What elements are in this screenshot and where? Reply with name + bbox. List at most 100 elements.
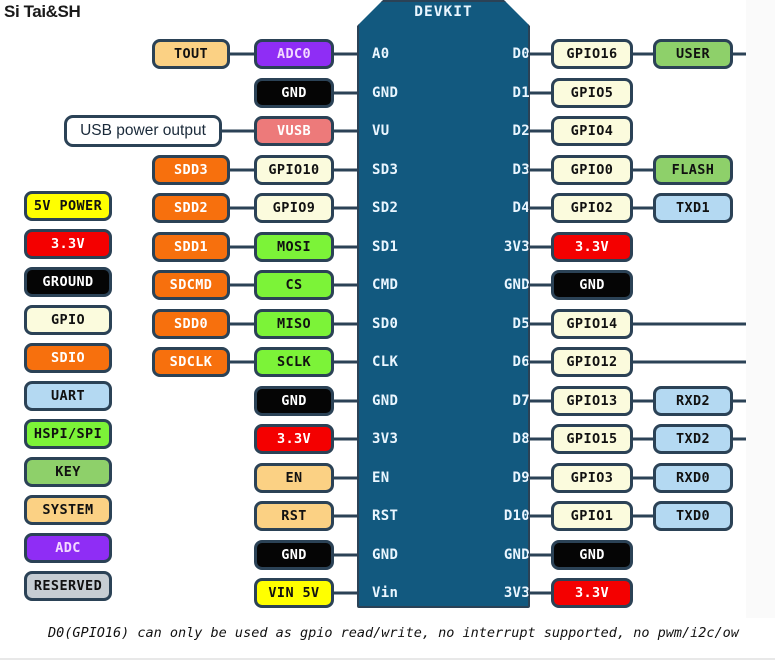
right-inner-3-3v-5[interactable]: 3.3V — [551, 231, 633, 262]
left-inner-sclk-8-label: SCLK — [276, 354, 312, 370]
left-outer-tout-0[interactable]: TOUT — [152, 39, 230, 69]
board-pin-left-gnd-13: GND — [372, 546, 399, 563]
line-left-inner-0 — [334, 52, 359, 56]
legend-item-key[interactable]: KEY — [24, 457, 112, 487]
line-left-inner-13 — [334, 553, 359, 556]
left-inner-en-11[interactable]: EN — [254, 462, 334, 493]
legend-item-ground[interactable]: GROUND — [24, 267, 112, 297]
left-inner-vusb-2[interactable]: VUSB — [254, 116, 334, 146]
right-outer-rxd0-5-label: RXD0 — [675, 469, 711, 486]
right-inner-gpio2-4[interactable]: GPIO2 — [551, 193, 633, 223]
left-inner-miso-7[interactable]: MISO — [254, 308, 334, 339]
left-inner-gpio10-3[interactable]: GPIO10 — [254, 154, 334, 185]
board-pin-left-a0-0: A0 — [372, 46, 390, 62]
line-right-inner-1 — [528, 91, 551, 94]
line-left-inner-7 — [334, 322, 359, 325]
line-left-outer-2 — [230, 206, 254, 210]
right-inner-gpio16-0[interactable]: GPIO16 — [551, 39, 633, 69]
board-pin-left-en-11: EN — [372, 469, 390, 486]
right-inner-gpio5-1[interactable]: GPIO5 — [551, 77, 633, 108]
right-outer-txd1-2-label: TXD1 — [675, 200, 711, 216]
line-right-inner-14 — [528, 591, 551, 595]
left-outer-sdd3-1-label: SDD3 — [173, 161, 209, 178]
left-inner-gnd-1[interactable]: GND — [254, 77, 334, 108]
right-inner-gnd-13[interactable]: GND — [551, 539, 633, 570]
left-inner-gnd-1-label: GND — [281, 84, 307, 101]
right-inner-gpio13-9[interactable]: GPIO13 — [551, 385, 633, 416]
right-outer-txd0-6[interactable]: TXD0 — [653, 501, 733, 531]
left-inner-mosi-5[interactable]: MOSI — [254, 231, 334, 262]
left-inner-adc0-0[interactable]: ADC0 — [254, 39, 334, 69]
right-inner-gpio15-10[interactable]: GPIO15 — [551, 424, 633, 454]
left-inner-sclk-8[interactable]: SCLK — [254, 347, 334, 377]
line-left-inner-5 — [334, 245, 359, 248]
right-inner-gnd-6[interactable]: GND — [551, 270, 633, 300]
line-left-outer-4 — [230, 283, 254, 287]
left-inner-gnd-9[interactable]: GND — [254, 385, 334, 416]
right-outer-rxd2-3-label: RXD2 — [675, 392, 711, 409]
line-right-inner-13 — [528, 553, 551, 556]
left-outer-sdd2-2[interactable]: SDD2 — [152, 193, 230, 223]
line-left-inner-4 — [334, 206, 359, 210]
right-outer-user-0[interactable]: USER — [653, 39, 733, 69]
line-right-inner-8 — [528, 360, 551, 364]
line-left-inner-3 — [334, 168, 359, 171]
right-gutter — [746, 0, 775, 618]
right-inner-gpio4-2[interactable]: GPIO4 — [551, 116, 633, 146]
line-right-outer-6 — [633, 514, 653, 518]
left-outer-sdd1-3[interactable]: SDD1 — [152, 231, 230, 262]
right-outer-rxd0-5[interactable]: RXD0 — [653, 462, 733, 493]
line-left-inner-9 — [334, 399, 359, 402]
board-pin-right-3v3-5: 3V3 — [503, 238, 530, 255]
left-inner-gpio9-4[interactable]: GPIO9 — [254, 193, 334, 223]
left-inner-rst-12[interactable]: RST — [254, 501, 334, 531]
legend-item-sdio[interactable]: SDIO — [24, 343, 112, 373]
left-inner-miso-7-label: MISO — [276, 315, 312, 332]
legend-item-uart-label: UART — [50, 388, 86, 404]
line-right-inner-3 — [528, 168, 551, 171]
line-right-inner-12 — [528, 514, 551, 518]
line-left-inner-11 — [334, 476, 359, 479]
legend-item-gpio[interactable]: GPIO — [24, 305, 112, 335]
left-inner-cs-6-label: CS — [285, 277, 303, 293]
board-pin-left-clk-8: CLK — [372, 354, 399, 370]
right-outer-rxd2-3[interactable]: RXD2 — [653, 385, 733, 416]
right-inner-3-3v-14[interactable]: 3.3V — [551, 578, 633, 608]
legend-item-hspi-spi[interactable]: HSPI/SPI — [24, 419, 112, 449]
left-outer-tout-0-label: TOUT — [173, 46, 209, 62]
right-inner-gpio1-12[interactable]: GPIO1 — [551, 501, 633, 531]
left-inner-gnd-13[interactable]: GND — [254, 539, 334, 570]
right-inner-gpio0-3[interactable]: GPIO0 — [551, 154, 633, 185]
legend-item-system[interactable]: SYSTEM — [24, 495, 112, 525]
left-inner-3-3v-10[interactable]: 3.3V — [254, 424, 334, 454]
line-left-outer-6 — [230, 360, 254, 364]
right-inner-gpio14-7[interactable]: GPIO14 — [551, 308, 633, 339]
line-stub-row-0 — [733, 52, 746, 56]
right-inner-gpio12-8[interactable]: GPIO12 — [551, 347, 633, 377]
left-outer-sdcmd-4[interactable]: SDCMD — [152, 270, 230, 300]
board-pin-right-gnd-6: GND — [503, 277, 530, 293]
left-inner-3-3v-10-label: 3.3V — [276, 431, 312, 447]
left-outer-sdd3-1[interactable]: SDD3 — [152, 154, 230, 185]
legend-item-adc[interactable]: ADC — [24, 533, 112, 563]
usb-power-output-box[interactable]: USB power output — [64, 115, 222, 147]
left-outer-sdclk-6[interactable]: SDCLK — [152, 347, 230, 377]
legend-item-3-3v[interactable]: 3.3V — [24, 229, 112, 259]
board-pin-right-d10-12: D10 — [503, 508, 530, 524]
legend-item-5v-power[interactable]: 5V POWER — [24, 191, 112, 221]
legend-item-uart[interactable]: UART — [24, 381, 112, 411]
right-outer-txd1-2[interactable]: TXD1 — [653, 193, 733, 223]
left-inner-gnd-9-label: GND — [281, 392, 307, 409]
right-inner-gpio3-11[interactable]: GPIO3 — [551, 462, 633, 493]
right-outer-flash-1[interactable]: FLASH — [653, 154, 733, 185]
right-inner-3-3v-5-label: 3.3V — [574, 238, 610, 255]
legend-item-reserved[interactable]: RESERVED — [24, 571, 112, 601]
left-outer-sdd0-5[interactable]: SDD0 — [152, 308, 230, 339]
right-inner-gnd-13-label: GND — [579, 546, 605, 563]
left-inner-vin-5v-14[interactable]: VIN 5V — [254, 578, 334, 608]
right-outer-txd2-4[interactable]: TXD2 — [653, 424, 733, 454]
left-inner-vusb-2-label: VUSB — [276, 123, 312, 139]
legend-item-adc-label: ADC — [55, 540, 81, 556]
left-inner-cs-6[interactable]: CS — [254, 270, 334, 300]
right-inner-gnd-6-label: GND — [579, 277, 605, 293]
